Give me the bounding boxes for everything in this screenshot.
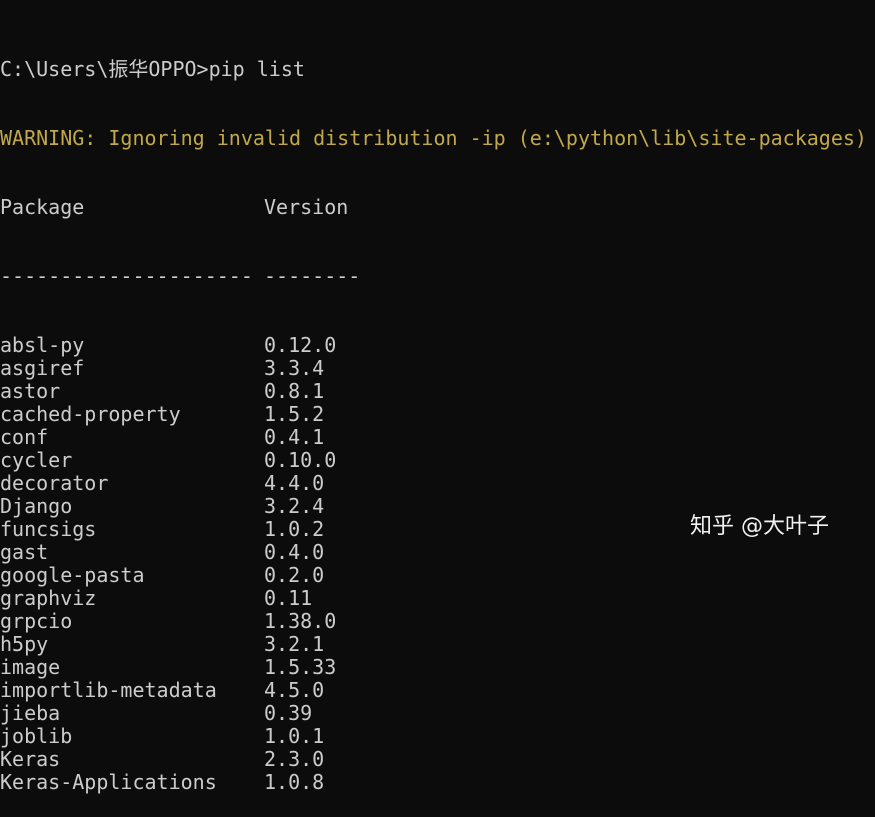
package-name: funcsigs	[0, 517, 97, 541]
package-name: cycler	[0, 448, 73, 472]
table-row: h5py 3.2.1	[0, 633, 867, 656]
package-version: 0.2.0	[264, 563, 325, 587]
table-row: decorator 4.4.0	[0, 472, 867, 495]
package-version: 0.11	[264, 586, 313, 610]
header-version: Version	[264, 195, 349, 219]
package-version: 3.2.1	[264, 632, 325, 656]
table-row: asgiref 3.3.4	[0, 357, 867, 380]
package-version: 1.38.0	[264, 609, 337, 633]
table-row: absl-py 0.12.0	[0, 334, 867, 357]
separator-version: --------	[264, 264, 361, 288]
table-row: graphviz 0.11	[0, 587, 867, 610]
package-version: 0.4.0	[264, 540, 325, 564]
table-row: conf 0.4.1	[0, 426, 867, 449]
package-version: 4.4.0	[264, 471, 325, 495]
package-version: 0.39	[264, 701, 313, 725]
package-name: Django	[0, 494, 73, 518]
package-name: decorator	[0, 471, 109, 495]
table-row: Keras-Applications 1.0.8	[0, 771, 867, 794]
package-version: 1.5.33	[264, 655, 337, 679]
table-row: gast 0.4.0	[0, 541, 867, 564]
table-header: Package Version	[0, 196, 867, 219]
package-version: 1.0.1	[264, 724, 325, 748]
package-version: 4.5.0	[264, 678, 325, 702]
package-version: 0.8.1	[264, 379, 325, 403]
terminal-output: C:\Users\振华OPPO>pip list WARNING: Ignori…	[0, 12, 867, 817]
package-version: 0.4.1	[264, 425, 325, 449]
package-version: 0.12.0	[264, 333, 337, 357]
table-row: image 1.5.33	[0, 656, 867, 679]
table-separator: --------------------- --------	[0, 265, 867, 288]
package-name: grpcio	[0, 609, 73, 633]
warning-line: WARNING: Ignoring invalid distribution -…	[0, 126, 867, 150]
package-name: h5py	[0, 632, 49, 656]
table-row: grpcio 1.38.0	[0, 610, 867, 633]
package-version: 3.3.4	[264, 356, 325, 380]
package-name: Keras	[0, 747, 61, 771]
package-name: joblib	[0, 724, 73, 748]
table-row: astor 0.8.1	[0, 380, 867, 403]
package-name: conf	[0, 425, 49, 449]
package-name: Keras-Applications	[0, 770, 217, 794]
table-row: google-pasta 0.2.0	[0, 564, 867, 587]
package-list: absl-py 0.12.0 asgiref 3.3.4 astor 0.8.1 cache…	[0, 334, 867, 794]
package-name: asgiref	[0, 356, 85, 380]
zhihu-watermark: 知乎 @大叶子	[690, 514, 829, 539]
package-name: astor	[0, 379, 61, 403]
package-name: absl-py	[0, 333, 85, 357]
package-version: 3.2.4	[264, 494, 325, 518]
table-row: importlib-metadata 4.5.0	[0, 679, 867, 702]
package-name: graphviz	[0, 586, 97, 610]
separator-package: ---------------------	[0, 264, 253, 288]
package-version: 0.10.0	[264, 448, 337, 472]
package-name: importlib-metadata	[0, 678, 217, 702]
package-version: 1.5.2	[264, 402, 325, 426]
package-name: google-pasta	[0, 563, 145, 587]
package-version: 2.3.0	[264, 747, 325, 771]
table-row: Keras 2.3.0	[0, 748, 867, 771]
package-name: gast	[0, 540, 49, 564]
command-line: C:\Users\振华OPPO>pip list	[0, 57, 305, 81]
table-row: joblib 1.0.1	[0, 725, 867, 748]
package-name: image	[0, 655, 61, 679]
table-row: cycler 0.10.0	[0, 449, 867, 472]
table-row: cached-property 1.5.2	[0, 403, 867, 426]
package-version: 1.0.8	[264, 770, 325, 794]
package-name: jieba	[0, 701, 61, 725]
package-name: cached-property	[0, 402, 181, 426]
table-row: jieba 0.39	[0, 702, 867, 725]
header-package: Package	[0, 195, 85, 219]
package-version: 1.0.2	[264, 517, 325, 541]
